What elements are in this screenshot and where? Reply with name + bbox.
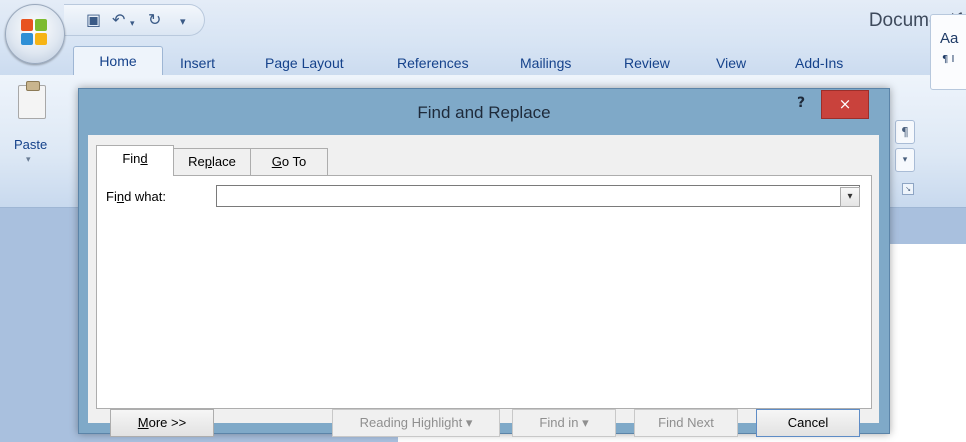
show-formatting-marks-button[interactable]: ¶ (895, 120, 915, 144)
tab-view[interactable]: View (716, 55, 746, 71)
undo-dropdown-icon[interactable]: ▾ (130, 15, 135, 33)
save-icon[interactable]: ▣ (86, 11, 101, 29)
find-what-label: Find what: (106, 189, 166, 204)
tab-replace[interactable]: Replace (172, 148, 252, 175)
tab-mailings[interactable]: Mailings (520, 55, 571, 71)
styles-preview-caption: ¶ I (942, 54, 955, 65)
styles-gallery[interactable] (930, 14, 966, 90)
paste-dropdown-icon[interactable]: ▾ (26, 155, 31, 165)
qat-customize-icon[interactable]: ▾ (180, 13, 186, 31)
undo-icon[interactable]: ↶ (112, 11, 125, 29)
ribbon-tabs: Home Insert Page Layout References Maili… (0, 44, 966, 79)
paste-icon[interactable] (18, 81, 46, 119)
close-icon[interactable]: × (821, 90, 869, 119)
title-bar: ▣ ↶ ▾ ↻ ▾ Document1 (0, 0, 966, 64)
find-tab-panel (96, 175, 872, 409)
paste-button-label[interactable]: Paste (14, 137, 47, 152)
help-icon[interactable]: ? (791, 95, 811, 113)
reading-highlight-button[interactable]: Reading Highlight ▾ (332, 409, 500, 437)
quick-access-toolbar: ▣ ↶ ▾ ↻ ▾ (64, 4, 205, 36)
paragraph-dialog-launcher-icon[interactable]: ↘ (902, 183, 914, 195)
office-button-icon (21, 19, 49, 47)
dialog-body: Find Replace Go To Find what: ▾ More >> … (88, 135, 879, 437)
tab-go-to[interactable]: Go To (250, 148, 328, 175)
more-button[interactable]: More >> (110, 409, 214, 437)
tab-references[interactable]: References (397, 55, 469, 71)
tab-page-layout[interactable]: Page Layout (265, 55, 344, 71)
ribbon-mini-dropdown[interactable]: ▾ (895, 148, 915, 172)
styles-preview: Aa (940, 30, 959, 47)
tab-insert[interactable]: Insert (180, 55, 215, 71)
tab-review[interactable]: Review (624, 55, 670, 71)
redo-icon[interactable]: ↻ (148, 11, 161, 29)
find-what-input[interactable] (216, 185, 860, 207)
tab-add-ins[interactable]: Add-Ins (795, 55, 843, 71)
chevron-down-icon: ▾ (582, 415, 589, 430)
find-replace-dialog: Find and Replace ? × Find Replace Go To … (78, 88, 890, 437)
dialog-title: Find and Replace (417, 103, 551, 122)
office-button[interactable] (5, 4, 65, 64)
chevron-down-icon[interactable]: ▾ (840, 187, 860, 207)
tab-find[interactable]: Find (96, 145, 174, 176)
cancel-button[interactable]: Cancel (756, 409, 860, 437)
find-next-button[interactable]: Find Next (634, 409, 738, 437)
chevron-down-icon: ▾ (465, 415, 473, 430)
find-in-button[interactable]: Find in ▾ (512, 409, 616, 437)
